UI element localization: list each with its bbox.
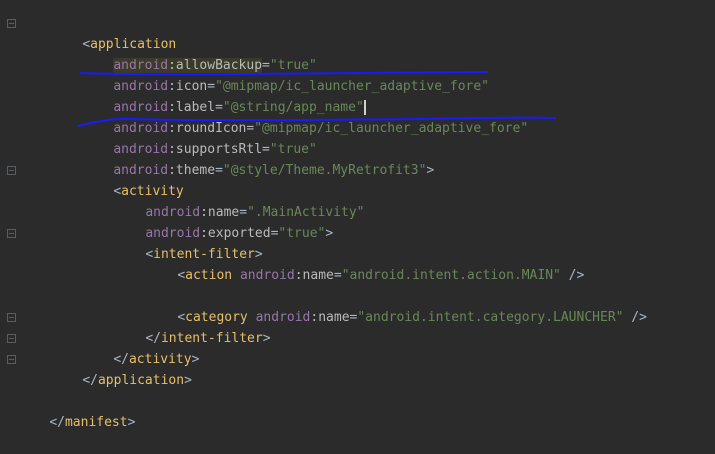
code-line: <action android:name="android.intent.act… [146,244,584,283]
equals-sign: = [333,268,342,283]
attribute-name: :name [294,268,334,283]
attribute-value: "android.intent.category.LAUNCHER" [357,310,624,325]
tag-name: manifest [64,415,128,430]
code-line: android:theme="@style/Theme.MyRetrofit3"… [82,139,434,178]
attribute-value: "true" [278,226,326,241]
code-line: android:exported="true"> [114,202,333,241]
tag-open-bracket: </ [82,373,98,388]
tag-close-bracket: > [325,226,334,241]
code-line: </activity> [82,328,199,367]
code-line: </intent-filter> [114,307,270,346]
attribute-name: :name [310,310,350,325]
attribute-value: "android.intent.action.MAIN" [341,268,561,283]
code-line: <intent-filter> [114,223,262,262]
code-line: android:name=".MainActivity" [114,181,364,220]
tag-name: application [97,373,185,388]
code-line: </application> [51,349,192,388]
tag-open-bracket: </ [49,415,65,430]
tag-name: action [185,268,233,283]
code-line: android:label="@string/app_name" [82,76,366,115]
code-line: android:icon="@mipmap/ic_launcher_adapti… [82,55,489,94]
tag-self-close: /> [560,268,585,283]
code-line: <application [51,13,176,52]
tag-close-bracket: > [127,415,136,430]
code-line: android:supportsRtl="true" [82,118,317,157]
code-line: android:allowBackup="true" [82,34,317,73]
code-line: android:roundIcon="@mipmap/ic_launcher_a… [82,97,528,136]
tag-close-bracket: > [262,331,271,346]
tag-close-bracket: > [191,352,200,367]
tag-self-close: /> [623,310,647,325]
attribute-value: "@style/Theme.MyRetrofit3" [222,163,427,178]
attribute-namespace: android [239,268,295,283]
code-editor[interactable]: <application android:allowBackup="true" … [0,0,715,430]
tag-close-bracket: > [426,163,435,178]
tag-open-bracket: < [177,268,186,283]
tag-close-bracket: > [184,373,192,388]
code-line: <category android:name="android.intent.c… [146,286,647,325]
equals-sign: = [215,163,223,178]
code-line: <activity [82,160,183,199]
